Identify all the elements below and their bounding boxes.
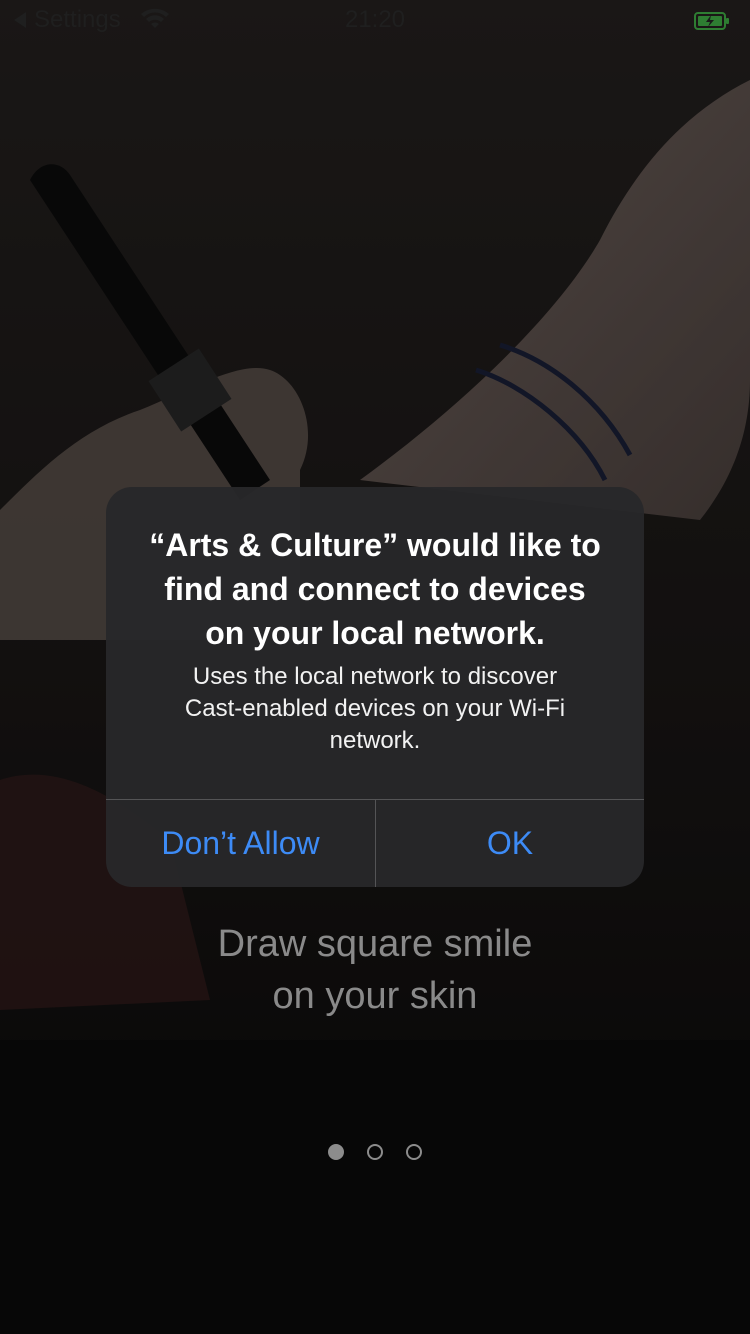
page-dot-2[interactable]	[367, 1144, 383, 1160]
ok-button[interactable]: OK	[376, 800, 644, 887]
alert-title-line: “Arts & Culture” would like to	[149, 527, 601, 563]
status-time: 21:20	[344, 6, 406, 33]
alert-message-line: network.	[329, 727, 421, 754]
page-dot-1[interactable]	[328, 1144, 344, 1160]
caption-line: Draw square smile	[217, 923, 533, 965]
alert-title: “Arts & Culture” would like to find and …	[130, 523, 620, 655]
local-network-permission-alert: “Arts & Culture” would like to find and …	[106, 487, 644, 887]
alert-message-line: Cast-enabled devices on your Wi-Fi	[184, 695, 566, 722]
page-indicator[interactable]	[0, 1144, 750, 1160]
page-dot-3[interactable]	[406, 1144, 422, 1160]
onboarding-caption: Draw square smile on your skin	[0, 918, 750, 1022]
screen: Settings 21:20 Draw square smile on your…	[0, 0, 750, 1334]
caption-line: on your skin	[272, 975, 478, 1017]
battery-charging-icon	[694, 12, 729, 30]
status-bar: Settings 21:20	[0, 0, 750, 40]
dont-allow-button[interactable]: Don’t Allow	[106, 800, 375, 887]
alert-title-line: find and connect to devices	[164, 571, 586, 607]
alert-message: Uses the local network to discover Cast-…	[130, 661, 620, 757]
alert-message-line: Uses the local network to discover	[192, 663, 558, 690]
alert-title-line: on your local network.	[205, 615, 545, 651]
